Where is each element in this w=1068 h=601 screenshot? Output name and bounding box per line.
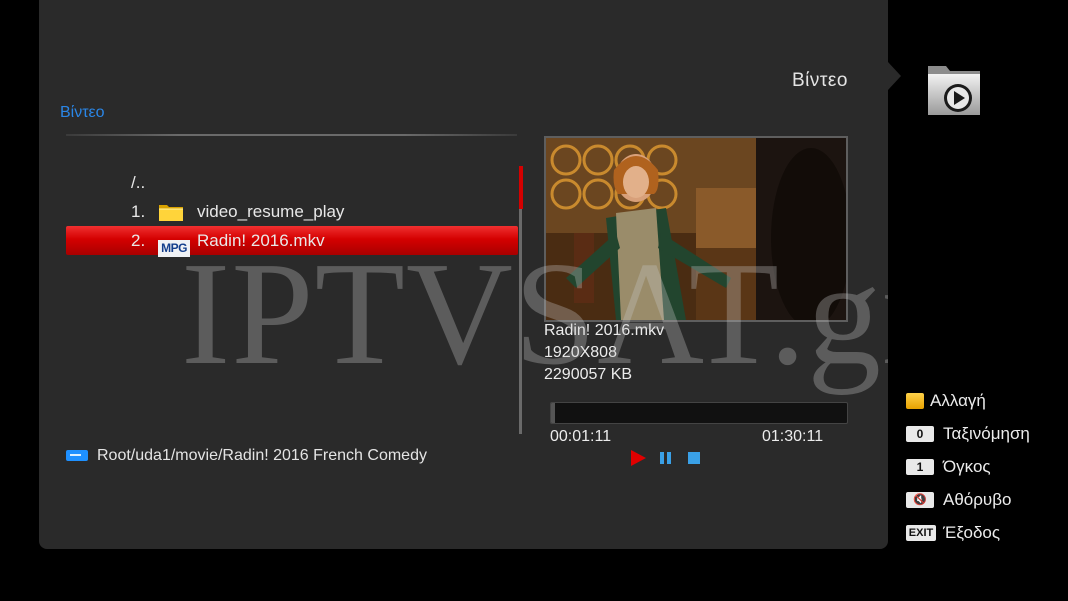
current-time: 00:01:11	[550, 428, 612, 445]
mute-icon: 🔇	[906, 492, 934, 508]
item-number: 2.	[131, 231, 146, 250]
legend-label: Αθόρυβο	[943, 490, 1012, 509]
mpg-badge: MPG	[158, 240, 190, 257]
file-list: /.. 1. video_resume_play 2. MPG Radin! 2…	[66, 168, 518, 257]
item-name: Radin! 2016.mkv	[197, 231, 325, 250]
legend-label: Ταξινόμηση	[943, 424, 1030, 443]
legend-label: Όγκος	[943, 457, 991, 476]
pause-icon[interactable]	[659, 451, 673, 470]
item-name: video_resume_play	[197, 202, 345, 221]
browser-panel: Βίντεο /.. 1. video_resume_play 2. MPG R…	[39, 0, 888, 549]
stop-icon[interactable]	[688, 452, 701, 470]
video-preview	[544, 136, 848, 322]
mpg-icon: MPG	[158, 232, 190, 261]
total-time: 01:30:11	[762, 428, 824, 445]
current-path: Root/uda1/movie/Radin! 2016 French Comed…	[66, 447, 427, 465]
preview-filename: Radin! 2016.mkv	[544, 322, 665, 339]
section-title: Βίντεο	[60, 104, 105, 121]
exit-key-icon: EXIT	[906, 525, 936, 541]
path-text: Root/uda1/movie/Radin! 2016 French Comed…	[97, 447, 427, 464]
item-number: 1.	[131, 202, 146, 221]
header-pointer	[888, 62, 901, 90]
play-icon[interactable]	[629, 449, 647, 472]
usb-drive-icon	[66, 450, 88, 462]
yellow-key-icon	[906, 393, 924, 409]
legend-label: Έξοδος	[943, 523, 1001, 542]
parent-dir-label: /..	[131, 173, 146, 192]
key-0-icon: 0	[906, 426, 934, 442]
legend-label: Αλλαγή	[930, 391, 986, 410]
divider	[66, 134, 517, 136]
video-frame-image	[546, 138, 846, 320]
list-item-parent[interactable]: /..	[66, 168, 518, 197]
list-item-selected[interactable]: 2. MPG Radin! 2016.mkv	[66, 226, 518, 257]
key-1-icon: 1	[906, 459, 934, 475]
playback-progress-bar[interactable]	[550, 402, 848, 424]
progress-fill	[551, 403, 555, 423]
scrollbar-thumb[interactable]	[519, 166, 523, 209]
video-folder-icon	[926, 62, 984, 118]
preview-resolution: 1920X808	[544, 344, 617, 361]
page-title: Βίντεο	[792, 70, 848, 91]
list-item[interactable]: 1. video_resume_play	[66, 197, 518, 226]
preview-size: 2290057 KB	[544, 366, 633, 383]
